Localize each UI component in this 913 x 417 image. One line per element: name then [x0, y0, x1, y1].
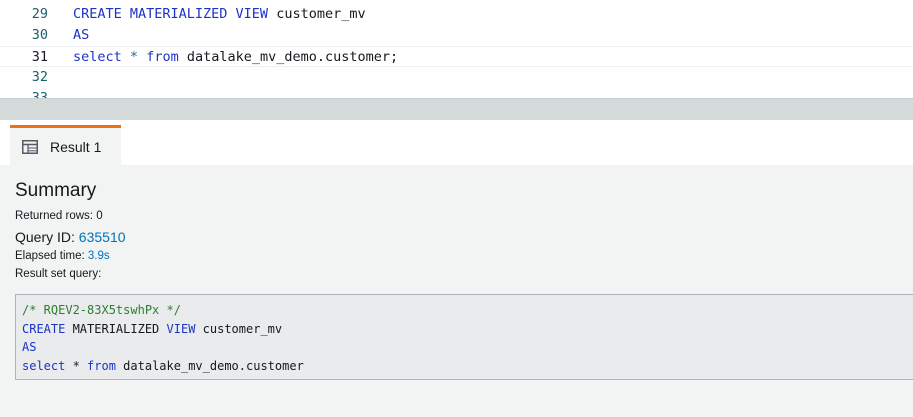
sql-editor[interactable]: 29 CREATE MATERIALIZED VIEW customer_mv 30… [0, 0, 913, 98]
result-set-query-label: Result set query: [15, 268, 102, 280]
tab-label: Result 1 [50, 139, 102, 155]
table-icon [22, 140, 38, 154]
sql-token: * [129, 49, 139, 65]
summary-heading: Summary [15, 180, 97, 201]
sql-keyword: select [73, 49, 122, 65]
editor-line[interactable]: 31 select * from datalake_mv_demo.custome… [0, 46, 913, 67]
sql-keyword: from [146, 49, 179, 65]
editor-line[interactable]: 30 AS [0, 25, 913, 46]
editor-line[interactable]: 32 [0, 67, 913, 88]
elapsed-time: Elapsed time: 3.9s [15, 250, 110, 262]
line-number: 29 [31, 6, 48, 22]
results-panel: Result 1 Summary Returned rows: 0 Query … [0, 120, 913, 417]
result-set-query-code: /* RQEV2-83X5tswhPx */ CREATE MATERIALIZE… [15, 294, 913, 380]
elapsed-time-label: Elapsed time: [15, 250, 88, 262]
sql-token: customer_mv [268, 6, 366, 22]
sql-keyword: select [22, 358, 66, 373]
line-number: 31 [31, 49, 48, 65]
query-id: Query ID: 635510 [15, 229, 126, 245]
code-text: CREATE MATERIALIZED VIEW customer_mv [73, 4, 366, 25]
results-tab-bar: Result 1 [0, 120, 913, 165]
returned-rows-value: 0 [96, 210, 103, 222]
returned-rows-label: Returned rows: [15, 210, 97, 222]
tab-result-1[interactable]: Result 1 [10, 125, 121, 165]
editor-line[interactable]: 33 [0, 88, 913, 98]
sql-keyword: CREATE MATERIALIZED VIEW [73, 6, 269, 22]
sql-line: select * from datalake_mv_demo.customer [22, 357, 913, 376]
sql-keyword: CREATE [22, 321, 66, 336]
sql-keyword: from [87, 358, 116, 373]
sql-comment: /* RQEV2-83X5tswhPx */ [22, 303, 181, 317]
sql-token: datalake_mv_demo.customer [115, 358, 304, 373]
returned-rows: Returned rows: 0 [15, 210, 103, 222]
sql-line: /* RQEV2-83X5tswhPx */ [22, 301, 913, 320]
query-id-value: 635510 [78, 229, 126, 245]
query-id-label: Query ID: [15, 229, 79, 245]
editor-line[interactable]: 29 CREATE MATERIALIZED VIEW customer_mv [0, 4, 913, 25]
sql-token: MATERIALIZED [65, 321, 167, 336]
code-text: select * from datalake_mv_demo.customer; [73, 47, 398, 68]
sql-line: CREATE MATERIALIZED VIEW customer_mv [22, 320, 913, 339]
sql-token: customer_mv [195, 321, 283, 336]
elapsed-time-value: 3.9s [87, 250, 110, 262]
sql-token: * [65, 358, 88, 373]
sql-keyword: AS [73, 27, 90, 43]
code-text: AS [73, 25, 89, 46]
line-number: 30 [31, 27, 48, 43]
sql-token: datalake_mv_demo.customer; [178, 49, 399, 65]
line-number: 33 [31, 90, 48, 98]
sql-keyword: VIEW [166, 321, 196, 336]
line-number: 32 [31, 69, 48, 85]
sql-line: AS [22, 338, 913, 357]
sql-keyword: AS [22, 340, 37, 354]
panel-splitter[interactable] [0, 98, 913, 120]
